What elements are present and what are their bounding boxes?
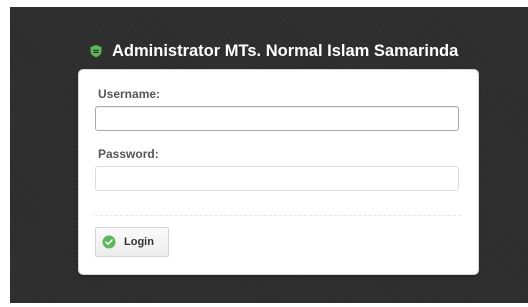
page-title: Administrator MTs. Normal Islam Samarind…	[112, 41, 459, 60]
username-input[interactable]	[95, 106, 459, 131]
page-header: Administrator MTs. Normal Islam Samarind…	[89, 40, 458, 62]
login-background: Administrator MTs. Normal Islam Samarind…	[10, 7, 528, 303]
password-input[interactable]	[95, 166, 459, 191]
check-circle-icon	[102, 235, 116, 249]
shield-icon	[89, 44, 103, 58]
form-divider	[95, 215, 461, 216]
username-label: Username:	[98, 87, 161, 101]
password-label: Password:	[98, 147, 159, 161]
login-button-label: Login	[124, 236, 154, 248]
login-button[interactable]: Login	[95, 227, 169, 257]
login-panel: Username: Password: Login	[79, 70, 478, 274]
